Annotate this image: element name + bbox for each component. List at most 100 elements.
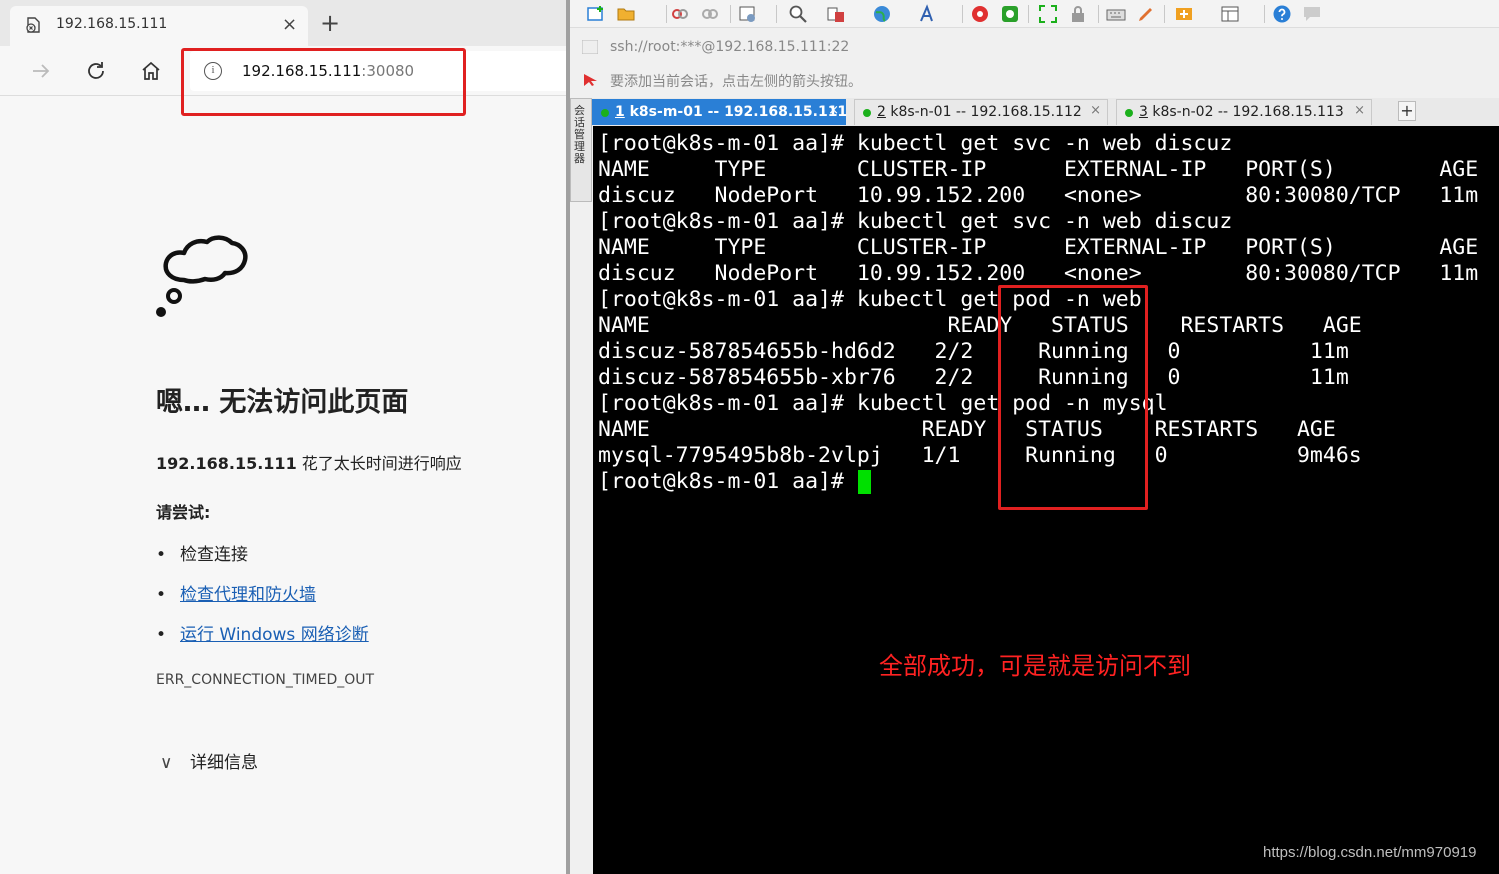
new-session-icon[interactable] [586,4,606,24]
toolbar-separator [1028,5,1029,23]
suggestion-check-connection: 检查连接 [180,545,248,565]
help-icon[interactable] [1272,4,1292,24]
details-toggle[interactable]: ∨ 详细信息 [160,748,258,773]
terminal-line: discuz NodePort 10.99.152.200 <none> 80:… [598,183,1479,208]
error-page-favicon [26,17,40,33]
arrow-hint-icon[interactable] [582,72,598,88]
suggestion-item: • 运行 Windows 网络诊断 [156,620,369,645]
tab-number: 1 [615,104,625,120]
script-icon[interactable] [1174,4,1194,24]
disconnect-icon[interactable] [670,4,690,24]
properties-icon[interactable] [738,4,758,24]
close-tab-icon[interactable]: × [282,14,297,35]
session-hint: 要添加当前会话，点击左侧的箭头按钮。 [610,74,862,90]
session-hint-bar: 要添加当前会话，点击左侧的箭头按钮。 [578,68,1493,92]
terminal-line: NAME READY STATUS RESTARTS AGE [598,313,1362,338]
reload-icon[interactable] [85,60,107,82]
font-icon[interactable] [918,4,938,24]
browser-tab-title: 192.168.15.111 [56,16,168,32]
status-highlight-box [998,285,1148,510]
tab-session-3[interactable]: 3 k8s-n-02 -- 192.168.15.113 × [1116,99,1372,125]
keyboard-icon[interactable] [1106,4,1126,24]
suggestion-item: • 检查代理和防火墙 [156,580,316,605]
tab-title: k8s-m-01 -- 192.168.15.111 [624,104,848,120]
error-desc-text: 花了太长时间进行响应 [296,454,462,473]
terminal-line: [root@k8s-m-01 aa]# [598,469,857,494]
toolbar-separator [776,5,777,23]
xmanager-icon[interactable] [1000,4,1020,24]
tab-label: 1 k8s-m-01 -- 192.168.15.111 [615,104,847,120]
open-folder-icon[interactable] [616,4,636,24]
terminal-line: NAME READY STATUS RESTARTS AGE [598,417,1336,442]
tab-session-1[interactable]: 1 k8s-m-01 -- 192.168.15.111 × [592,99,847,125]
tab-session-2[interactable]: 2 k8s-n-01 -- 192.168.15.112 × [854,99,1108,125]
connected-dot-icon [601,109,609,117]
tab-title: k8s-n-02 -- 192.168.15.113 [1147,104,1344,120]
watermark: https://blog.csdn.net/mm970919 [1263,844,1477,861]
forward-arrow-icon[interactable] [30,60,52,82]
edge-browser-window: 192.168.15.111 × + i 192.168.15.111:3008… [0,0,568,874]
terminal-line: [root@k8s-m-01 aa]# kubectl get svc -n w… [598,209,1233,234]
browser-tab-strip: 192.168.15.111 × + [0,0,568,46]
terminal[interactable]: [root@k8s-m-01 aa]# kubectl get svc -n w… [593,126,1499,874]
tab-label: 3 k8s-n-02 -- 192.168.15.113 [1139,104,1344,120]
toolbar-separator [1264,5,1265,23]
suggestion-item: • 检查连接 [156,540,248,565]
new-tab-button[interactable]: + [320,11,340,35]
lock-icon[interactable] [1068,4,1088,24]
bullet-dot: • [156,545,167,565]
sad-cloud-icon [156,235,248,317]
session-manager-strip[interactable]: 会话管理器 [570,98,592,202]
close-tab-icon[interactable]: × [1090,103,1101,118]
highlight-pen-icon[interactable] [1136,4,1156,24]
fullscreen-icon[interactable] [1038,4,1058,24]
session-address[interactable]: ssh://root:***@192.168.15.111:22 [610,39,849,55]
connected-dot-icon [863,109,871,117]
suggestion-network-diagnostics-link[interactable]: 运行 Windows 网络诊断 [180,625,369,645]
reconnect-icon[interactable] [700,4,720,24]
terminal-line: [root@k8s-m-01 aa]# kubectl get svc -n w… [598,131,1233,156]
terminal-line: discuz-587854655b-xbr76 2/2 Running 0 11… [598,365,1349,390]
toolbar-separator [666,5,667,23]
details-label: 详细信息 [190,753,258,773]
terminal-line: discuz NodePort 10.99.152.200 <none> 80:… [598,261,1479,286]
toolbar-separator [730,5,731,23]
search-icon[interactable] [788,4,808,24]
try-label: 请尝试: [156,503,211,522]
error-page: 嗯… 无法访问此页面 192.168.15.111 花了太长时间进行响应 请尝试… [0,96,568,874]
error-description: 192.168.15.111 花了太长时间进行响应 [156,450,462,474]
xftp-icon[interactable] [970,4,990,24]
home-icon[interactable] [140,60,162,82]
screenshot-root: 192.168.15.111 × + i 192.168.15.111:3008… [0,0,1499,874]
bullet-dot: • [156,625,167,645]
layout-icon[interactable] [1220,4,1240,24]
terminal-line: mysql-7795495b8b-2vlpj 1/1 Running 0 9m4… [598,443,1362,468]
xshell-window: ssh://root:***@192.168.15.111:22 要添加当前会话… [570,0,1499,874]
session-manager-label: 会话管理器 [574,104,585,165]
globe-icon[interactable] [872,4,892,24]
error-code: ERR_CONNECTION_TIMED_OUT [156,672,375,688]
add-tab-button[interactable]: + [1398,101,1416,121]
transfer-icon[interactable] [826,4,846,24]
close-tab-icon[interactable]: × [828,103,839,118]
xshell-toolbar [570,0,1499,28]
toolbar-separator [1098,5,1099,23]
connected-dot-icon [1125,109,1133,117]
error-title: 嗯… 无法访问此页面 [156,387,409,418]
close-tab-icon[interactable]: × [1354,103,1365,118]
browser-tab[interactable]: 192.168.15.111 × [10,6,308,46]
session-tabs: 1 k8s-m-01 -- 192.168.15.111 × 2 k8s-n-0… [592,98,1499,126]
toolbar-separator [1164,5,1165,23]
tab-number: 2 [877,104,886,120]
annotation-text: 全部成功，可是就是访问不到 [879,652,1191,680]
chat-icon[interactable] [1302,4,1322,24]
session-address-bar[interactable]: ssh://root:***@192.168.15.111:22 [578,34,1493,60]
suggestion-proxy-firewall-link[interactable]: 检查代理和防火墙 [180,585,316,605]
tab-title: k8s-n-01 -- 192.168.15.112 [885,104,1082,120]
bullet-dot: • [156,585,167,605]
toolbar-separator [962,5,963,23]
session-arrow-icon[interactable] [582,40,598,54]
terminal-cursor [858,470,871,494]
error-host: 192.168.15.111 [156,454,297,473]
terminal-line: NAME TYPE CLUSTER-IP EXTERNAL-IP PORT(S)… [598,235,1479,260]
